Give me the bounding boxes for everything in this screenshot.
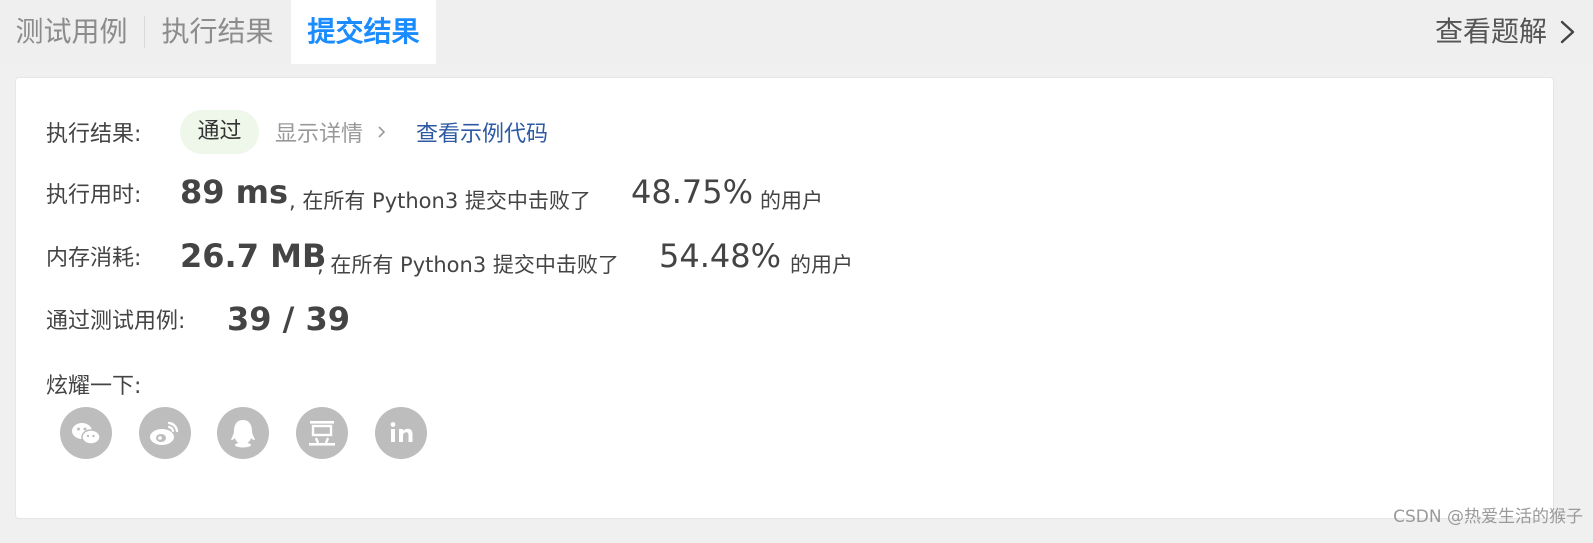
share-label: 炫耀一下: [46, 374, 142, 399]
tab-testcases[interactable]: 测试用例 [0, 0, 143, 64]
linkedin-icon [390, 422, 413, 442]
view-solution-link[interactable]: 查看题解 [1393, 0, 1593, 64]
chevron-right-icon [1560, 20, 1575, 44]
runtime-percent: 48.75% [631, 173, 754, 211]
share-qq-button[interactable] [217, 407, 269, 459]
runtime-value: 89 ms [180, 173, 289, 211]
runtime-suffix: 的用户 [760, 189, 823, 213]
memory-suffix: 的用户 [790, 253, 853, 277]
show-details-link[interactable]: 显示详情 [275, 116, 363, 148]
share-weibo-button[interactable] [139, 407, 191, 459]
chevron-right-small-icon [378, 126, 386, 138]
weibo-icon [150, 421, 179, 445]
memory-percent: 54.48% [659, 237, 782, 275]
watermark: CSDN @热爱生活的猴子 [1393, 507, 1583, 527]
share-linkedin-button[interactable] [375, 407, 427, 459]
result-label: 执行结果: [46, 122, 142, 147]
view-solution-label: 查看题解 [1434, 15, 1547, 48]
status-badge: 通过 [180, 110, 259, 154]
tab-bar: 测试用例 执行结果 提交结果 查看题解 [0, 0, 1593, 64]
view-sample-code-link[interactable]: 查看示例代码 [416, 116, 548, 148]
runtime-label: 执行用时: [46, 183, 142, 208]
qq-icon [231, 420, 255, 448]
memory-value: 26.7 MB [180, 237, 327, 275]
testcases-label: 通过测试用例: [46, 309, 186, 334]
memory-label: 内存消耗: [46, 246, 142, 271]
testcases-value: 39 / 39 [227, 300, 351, 338]
douban-icon [309, 421, 335, 446]
tab-run-result[interactable]: 执行结果 [145, 0, 290, 64]
share-douban-button[interactable] [296, 407, 348, 459]
memory-text: , 在所有 Python3 提交中击败了 [317, 253, 619, 277]
runtime-text: , 在所有 Python3 提交中击败了 [289, 189, 591, 213]
share-wechat-button[interactable] [60, 407, 112, 459]
tab-submission-result[interactable]: 提交结果 [291, 0, 436, 64]
wechat-icon [72, 423, 101, 445]
